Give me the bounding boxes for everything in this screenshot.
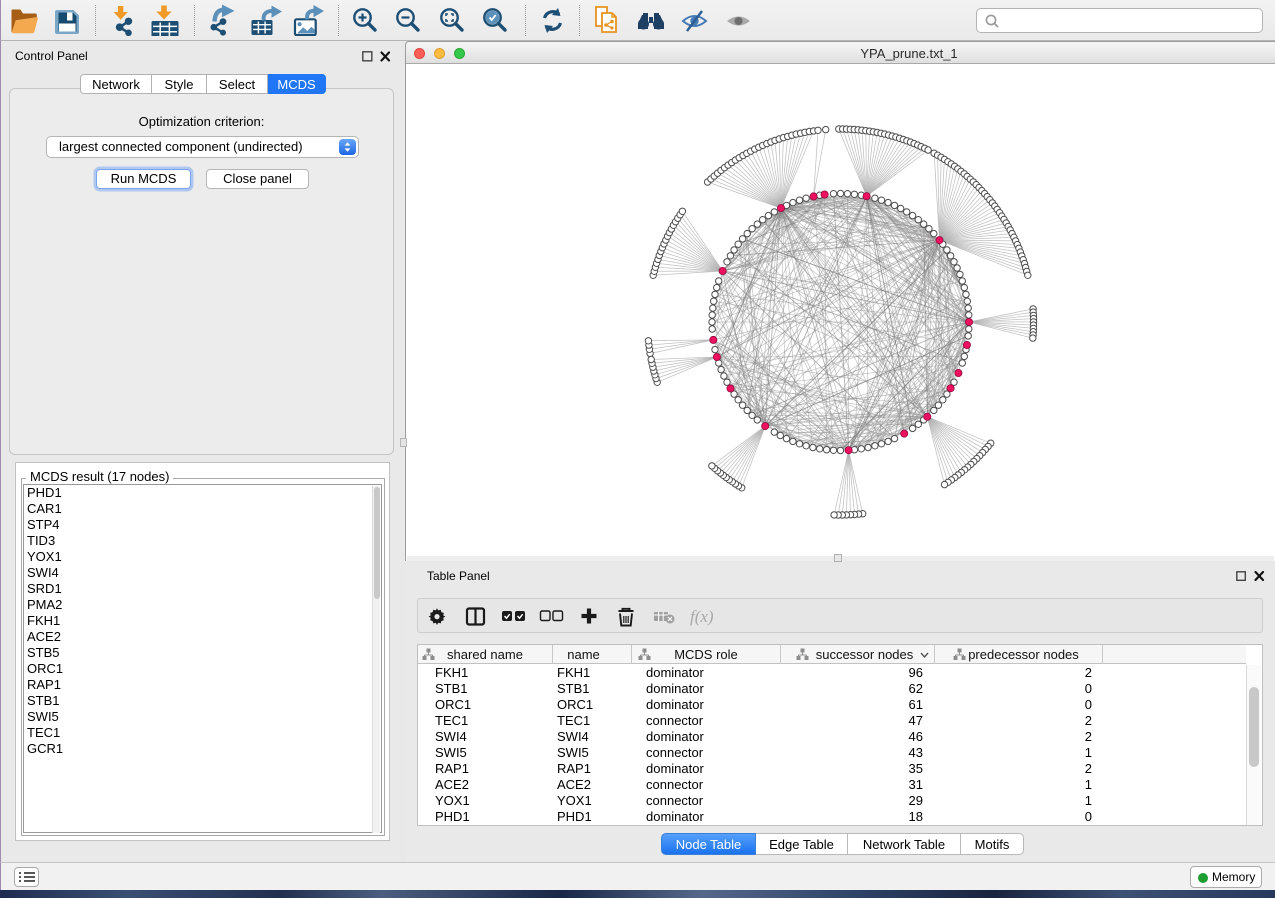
svg-text:f(x): f(x) — [690, 607, 714, 626]
